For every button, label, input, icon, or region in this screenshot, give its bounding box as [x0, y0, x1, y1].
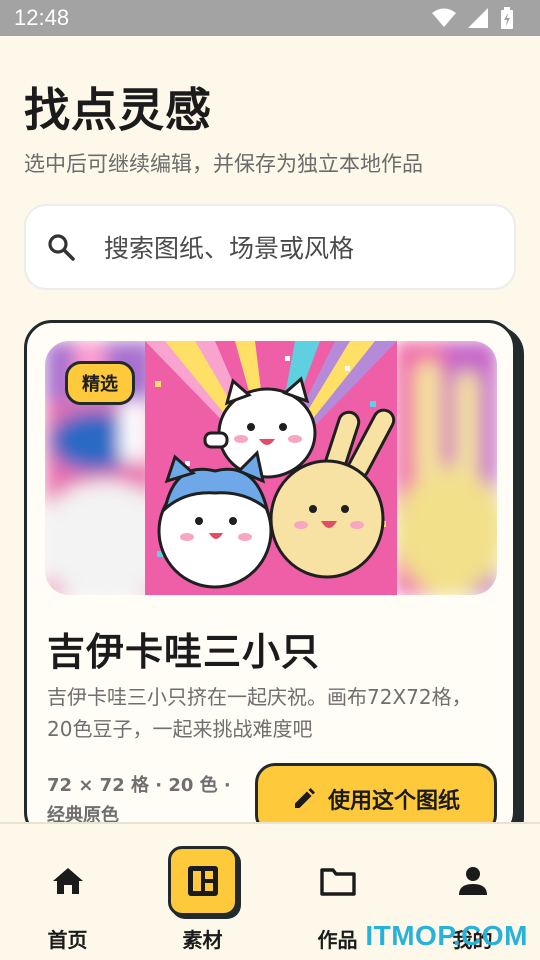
home-icon	[52, 868, 83, 894]
nav-label-materials: 素材	[182, 928, 223, 952]
folder-icon	[319, 868, 356, 896]
card-title: 吉伊卡哇三小只	[47, 630, 321, 674]
wifi-icon	[432, 8, 456, 27]
materials-grid-icon	[187, 866, 218, 896]
nav-item-home[interactable]: 首页	[0, 824, 135, 960]
watermark: ITMOP.COM	[365, 920, 528, 951]
pencil-icon	[294, 788, 315, 808]
signal-icon	[468, 8, 488, 28]
nav-label-works: 作品	[317, 928, 358, 952]
use-pattern-button-label: 使用这个图纸	[327, 789, 460, 814]
card-description: 吉伊卡哇三小只挤在一起庆祝。画布72X72格，20色豆子，一起来挑战难度吧	[47, 685, 472, 741]
nav-label-home: 首页	[47, 928, 88, 952]
search-icon	[48, 234, 75, 261]
status-bar: 12:48	[0, 0, 540, 36]
battery-charging-icon	[501, 7, 513, 29]
search-placeholder: 搜索图纸、场景或风格	[104, 234, 355, 263]
featured-card[interactable]: 精选 吉伊卡哇三小只 吉伊卡哇三小只挤在一起庆祝。画布72X72格，20色豆子，…	[24, 320, 516, 840]
page-subtitle: 选中后可继续编辑，并保存为独立本地作品	[24, 152, 423, 176]
page-title: 找点灵感	[24, 83, 212, 137]
featured-badge: 精选	[65, 361, 135, 405]
search-input[interactable]: 搜索图纸、场景或风格	[24, 204, 516, 290]
status-icons	[432, 7, 514, 29]
status-time: 12:48	[14, 5, 70, 30]
nav-item-materials[interactable]: 素材	[135, 824, 270, 960]
person-icon	[458, 867, 487, 895]
